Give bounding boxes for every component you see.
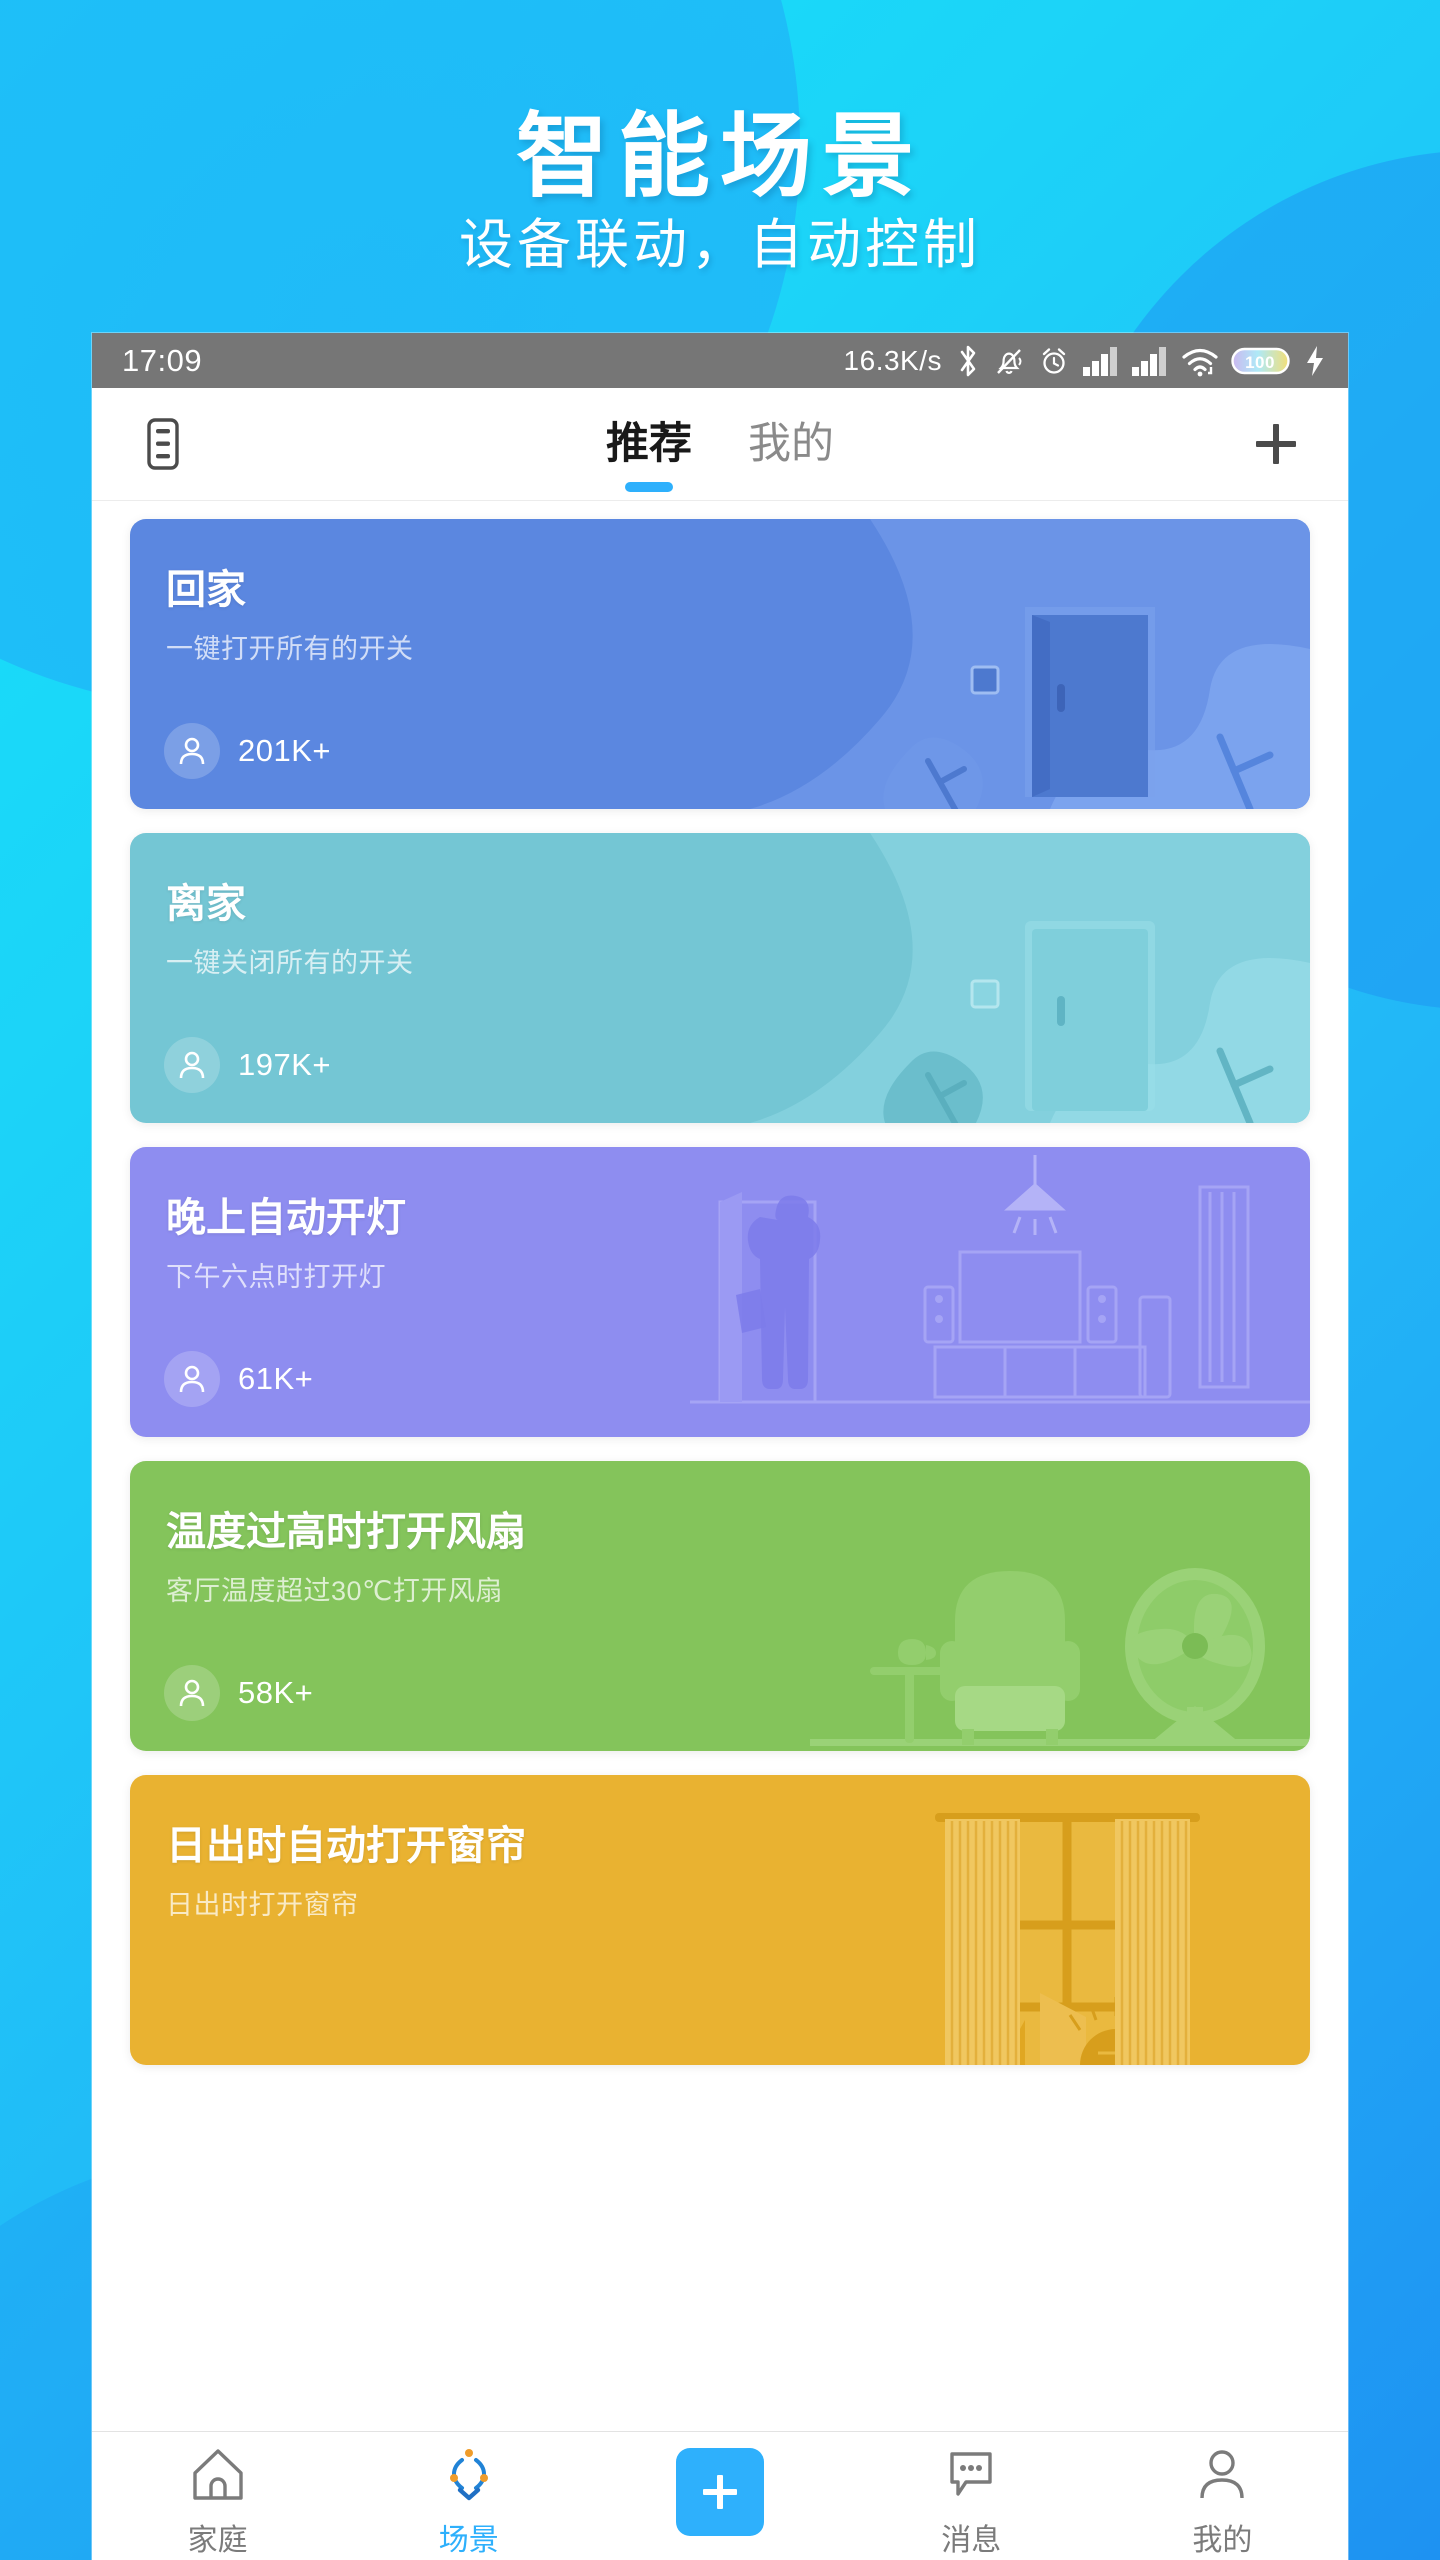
alarm-clock-icon [1037, 344, 1071, 378]
add-scene-fab[interactable] [594, 2446, 845, 2536]
status-time: 17:09 [122, 342, 203, 378]
scene-card-curtain-sunrise[interactable]: 日出时自动打开窗帘 日出时打开窗帘 [130, 1775, 1310, 2065]
nav-item-profile-label: 我的 [1192, 2524, 1253, 2557]
tab-recommend-label: 推荐 [606, 420, 692, 468]
scene-user-count-label: 61K+ [238, 1361, 314, 1396]
message-icon [940, 2446, 1002, 2507]
scene-title: 温度过高时打开风扇 [166, 1510, 526, 1554]
scene-card-night-light[interactable]: 晚上自动开灯 下午六点时打开灯 61K+ [130, 1147, 1310, 1437]
list-menu-icon[interactable] [128, 416, 198, 472]
network-speed-text: 16.3K/s [843, 344, 942, 376]
person-icon [164, 1665, 220, 1721]
person-icon [1191, 2446, 1253, 2507]
svg-text:100: 100 [1245, 353, 1275, 372]
person-icon [164, 1351, 220, 1407]
signal-bars-2-icon [1131, 345, 1169, 377]
bell-muted-icon [992, 344, 1026, 378]
nav-item-scene[interactable]: 场景 [343, 2446, 594, 2559]
scene-user-count: 201K+ [164, 723, 331, 779]
nav-item-profile[interactable]: 我的 [1097, 2446, 1348, 2559]
nav-item-scene-label: 场景 [438, 2524, 499, 2557]
tab-bar: 推荐 我的 [92, 388, 1348, 501]
plus-icon[interactable] [1240, 416, 1312, 472]
nav-item-message[interactable]: 消息 [846, 2446, 1097, 2559]
nav-item-home[interactable]: 家庭 [92, 2446, 343, 2559]
scene-user-count: 58K+ [164, 1665, 313, 1721]
app-topbar: 推荐 我的 [92, 388, 1348, 501]
home-icon [187, 2446, 249, 2507]
promo-title: 智能场景 [515, 106, 924, 208]
phone-screenshot: 17:09 16.3K/s 100 推荐 我的 回家 一键打开所有的开关 201… [92, 333, 1348, 2560]
person-icon [164, 1037, 220, 1093]
scene-card-fan-temperature[interactable]: 温度过高时打开风扇 客厅温度超过30℃打开风扇 58K+ [130, 1461, 1310, 1751]
plus-fab-icon[interactable] [676, 2448, 764, 2536]
tab-active-underline [625, 482, 673, 492]
battery-icon: 100 [1231, 345, 1293, 377]
promo-subtitle: 设备联动，自动控制 [459, 215, 981, 275]
scene-card-home-leave[interactable]: 离家 一键关闭所有的开关 197K+ [130, 833, 1310, 1123]
scene-title: 离家 [166, 882, 246, 926]
nav-item-home-label: 家庭 [187, 2524, 248, 2557]
scene-subtitle: 一键关闭所有的开关 [166, 948, 414, 978]
charging-bolt-icon [1304, 345, 1326, 377]
tab-recommend[interactable]: 推荐 [600, 420, 698, 492]
scene-subtitle: 下午六点时打开灯 [166, 1262, 386, 1292]
scene-user-count-label: 201K+ [238, 733, 332, 768]
scene-user-count-label: 197K+ [238, 1047, 332, 1082]
scene-card-home-arrive[interactable]: 回家 一键打开所有的开关 201K+ [130, 519, 1310, 809]
scene-card-list[interactable]: 回家 一键打开所有的开关 201K+ 离家 一键关闭所有的开关 197K+ 晚上… [92, 501, 1348, 2431]
scene-icon [438, 2446, 500, 2507]
scene-user-count: 61K+ [164, 1351, 313, 1407]
scene-subtitle: 一键打开所有的开关 [166, 634, 414, 664]
scene-title: 日出时自动打开窗帘 [166, 1824, 526, 1868]
tab-mine-label: 我的 [748, 420, 834, 468]
scene-subtitle: 日出时打开窗帘 [166, 1890, 359, 1920]
bottom-navigation: 家庭 场景 消息 我的 [92, 2431, 1348, 2560]
signal-bars-icon [1082, 345, 1120, 377]
bluetooth-icon [955, 344, 981, 378]
person-icon [164, 723, 220, 779]
tab-mine[interactable]: 我的 [742, 423, 840, 466]
scene-subtitle: 客厅温度超过30℃打开风扇 [166, 1576, 503, 1606]
scene-title: 晚上自动开灯 [166, 1196, 406, 1240]
wifi-icon [1180, 345, 1220, 377]
nav-item-message-label: 消息 [941, 2524, 1002, 2557]
status-bar: 17:09 16.3K/s 100 [92, 333, 1348, 388]
scene-user-count: 197K+ [164, 1037, 331, 1093]
scene-title: 回家 [166, 568, 246, 612]
scene-user-count-label: 58K+ [238, 1675, 314, 1710]
